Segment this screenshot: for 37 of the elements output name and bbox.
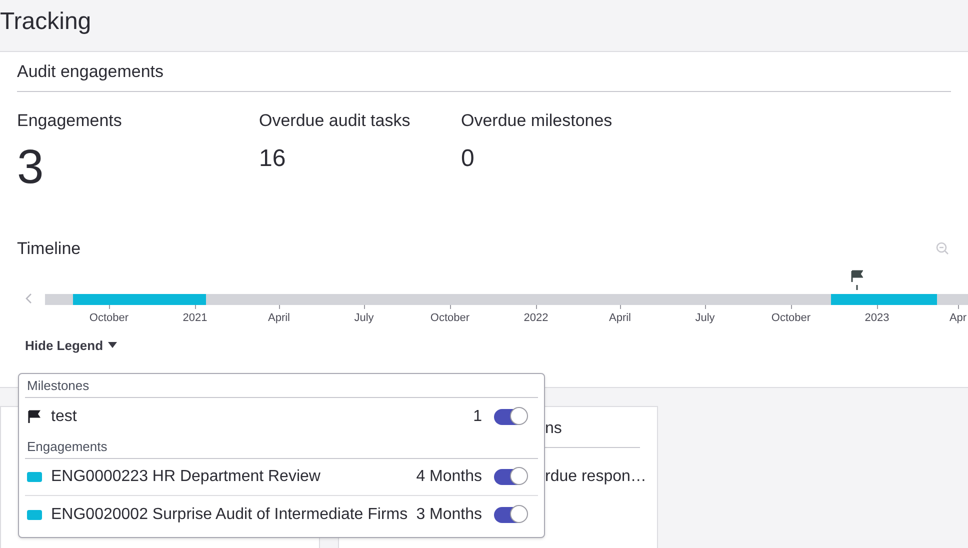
axis-label: October — [771, 310, 811, 326]
toggle-switch[interactable] — [494, 506, 526, 522]
legend-toggle[interactable]: Hide Legend — [25, 336, 118, 355]
axis-label: July — [695, 310, 715, 326]
stat-label: Overdue audit tasks — [259, 110, 412, 132]
milestone-flag-icon[interactable] — [851, 270, 863, 290]
stat-label: Overdue milestones — [461, 110, 614, 132]
legend-item-label: ENG0020002 Surprise Audit of Intermediate Firms — [51, 504, 408, 524]
timeline-title: Timeline — [17, 238, 81, 260]
axis-label: April — [609, 310, 631, 326]
axis-label: July — [354, 310, 374, 326]
axis-label: Apr — [949, 310, 967, 326]
flag-icon — [27, 410, 41, 424]
axis-label: 2023 — [864, 310, 890, 326]
stat-value: 3 — [17, 140, 45, 196]
legend-item-label: test — [51, 406, 77, 426]
legend-section-title: Engagements — [27, 438, 108, 456]
page-title: Tracking — [0, 10, 92, 34]
caret-icon — [108, 342, 118, 348]
card-title: Audit engagements — [17, 60, 164, 83]
toggle-switch[interactable] — [494, 469, 526, 485]
axis-label: April — [268, 310, 290, 326]
card-heading: ns — [545, 419, 562, 439]
legend-item-value: 1 — [473, 406, 482, 426]
toggle-switch[interactable] — [494, 408, 526, 424]
legend-section-title: Milestones — [27, 376, 90, 394]
card-text: rdue respon… — [545, 467, 646, 487]
stat-value: 16 — [259, 144, 287, 174]
stat-value: 0 — [461, 144, 476, 174]
axis-label: 2022 — [524, 310, 548, 326]
axis-label: October — [430, 310, 470, 326]
legend-item-value: 3 Months — [416, 504, 482, 524]
axis-label: October — [89, 310, 129, 326]
axis-label: 2021 — [182, 310, 208, 326]
legend-item-value: 4 Months — [416, 467, 482, 487]
legend-item-label: ENG0000223 HR Department Review — [51, 467, 320, 487]
stat-label: Engagements — [17, 110, 123, 132]
